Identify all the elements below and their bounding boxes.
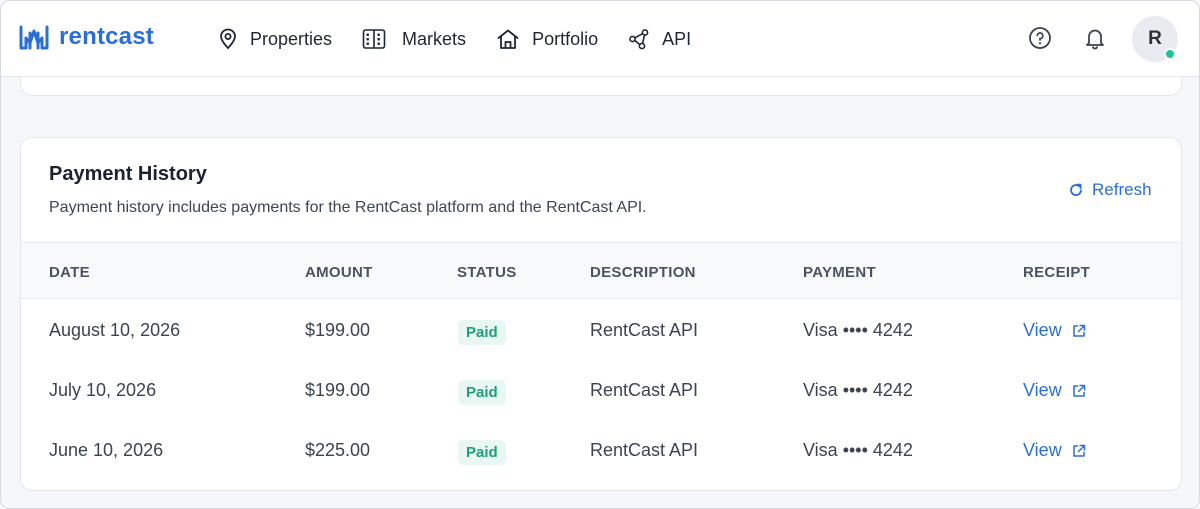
cell-description: RentCast API [590,320,699,340]
rentcast-logo-icon [19,25,49,50]
rentcast-logo[interactable]: rentcast [19,23,154,51]
refresh-button[interactable]: Refresh [1068,180,1152,200]
cell-date: June 10, 2026 [49,440,164,460]
buildings-icon [362,29,386,49]
card-subtitle: Payment history includes payments for th… [49,199,647,216]
cell-payment: Visa •••• 4242 [803,320,913,340]
table-row: August 10, 2026 $199.00 Paid RentCast AP… [21,300,1181,360]
table-row: July 10, 2026 $199.00 Paid RentCast API … [21,360,1181,420]
card-title: Payment History [49,163,207,185]
help-icon [1029,27,1051,49]
status-badge: Paid [458,440,506,465]
column-header-payment: PAYMENT [803,264,876,281]
avatar-initial: R [1148,28,1162,49]
cell-date: July 10, 2026 [49,380,157,400]
main-nav: Properties Markets Portfolio API [218,1,721,77]
nav-item-label: Markets [402,28,467,49]
status-badge: Paid [458,320,506,345]
refresh-label: Refresh [1092,180,1152,199]
help-button[interactable] [1028,26,1052,55]
api-nodes-icon [629,29,649,50]
view-receipt-label: View [1023,440,1062,460]
cell-amount: $199.00 [305,320,371,340]
online-status-dot [1164,48,1176,60]
nav-item-api[interactable]: API [628,28,691,50]
column-header-date: DATE [49,264,90,281]
house-icon [497,29,519,49]
map-pin-icon [220,28,236,50]
top-navigation-bar: rentcast Properties Markets Portfolio AP… [1,1,1199,77]
app-window: rentcast Properties Markets Portfolio AP… [0,0,1200,509]
cell-amount: $199.00 [305,380,371,400]
external-link-icon [1072,324,1085,337]
status-badge: Paid [458,380,506,405]
cell-payment: Visa •••• 4242 [803,380,913,400]
nav-item-markets[interactable]: Markets [362,28,466,50]
view-receipt-link[interactable]: View [1023,320,1086,341]
cell-date: August 10, 2026 [49,320,181,340]
cell-payment: Visa •••• 4242 [803,440,913,460]
external-link-icon [1072,384,1085,397]
brand-name: rentcast [59,23,154,50]
column-header-description: DESCRIPTION [590,264,696,281]
view-receipt-label: View [1023,380,1062,400]
view-receipt-link[interactable]: View [1023,440,1086,461]
external-link-icon [1072,444,1085,457]
nav-item-portfolio[interactable]: Portfolio [496,28,598,50]
notifications-button[interactable] [1083,26,1107,55]
nav-item-label: API [662,28,692,49]
cell-description: RentCast API [590,380,699,400]
nav-item-label: Portfolio [532,28,599,49]
cell-amount: $225.00 [305,440,371,460]
column-header-status: STATUS [457,264,517,281]
table-header: DATE AMOUNT STATUS DESCRIPTION PAYMENT R… [21,242,1181,299]
nav-item-label: Properties [250,28,333,49]
nav-item-properties[interactable]: Properties [218,28,332,50]
payment-history-card: Payment History Payment history includes… [20,137,1182,491]
view-receipt-label: View [1023,320,1062,340]
refresh-icon [1070,183,1082,196]
bell-icon [1086,29,1104,50]
cell-description: RentCast API [590,440,699,460]
column-header-receipt: RECEIPT [1023,264,1091,281]
view-receipt-link[interactable]: View [1023,380,1086,401]
table-row: June 10, 2026 $225.00 Paid RentCast API … [21,420,1181,480]
column-header-amount: AMOUNT [305,264,373,281]
